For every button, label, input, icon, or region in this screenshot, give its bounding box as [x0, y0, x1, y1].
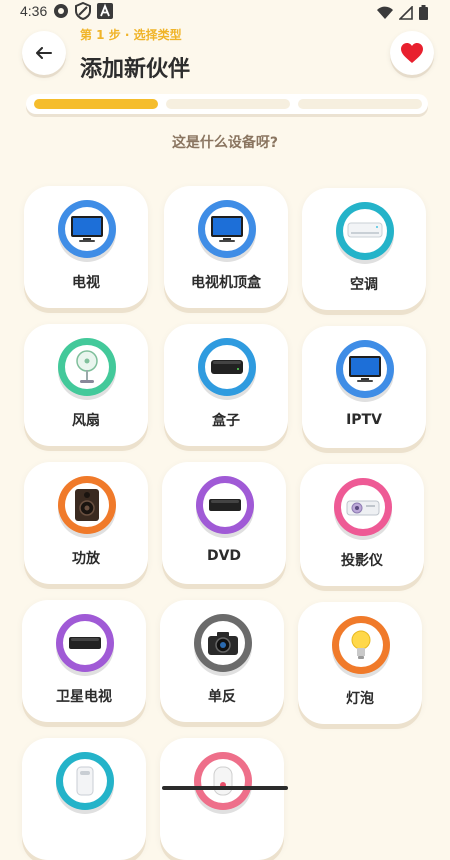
tv-icon [211, 216, 243, 242]
device-ring [198, 200, 256, 258]
media-box-icon [211, 360, 243, 374]
device-label: 风扇 [72, 413, 100, 429]
water-heater-icon [213, 766, 233, 796]
signal-icon [399, 5, 413, 20]
air-conditioner-icon [347, 222, 383, 238]
device-ring [56, 752, 114, 810]
progress-step-2 [166, 99, 290, 109]
device-label: IPTV [346, 412, 382, 428]
arrow-left-icon [36, 47, 52, 59]
air-purifier-icon [76, 766, 94, 796]
device-label: 投影仪 [341, 553, 383, 569]
device-label: 功放 [72, 551, 100, 567]
status-notification-icons [52, 2, 114, 20]
device-card-amplifier[interactable]: 功放 [24, 462, 148, 584]
device-card-water-heater[interactable] [160, 738, 284, 860]
step-progress-bar [26, 94, 428, 114]
a-notification-icon [97, 3, 113, 19]
status-system-icons [377, 5, 428, 20]
device-ring [336, 202, 394, 260]
device-ring [198, 338, 256, 396]
device-card-set-top-box[interactable]: 电视机顶盒 [164, 186, 288, 308]
question-prompt: 这是什么设备呀? [171, 135, 279, 151]
device-ring [332, 616, 390, 674]
device-ring [334, 478, 392, 536]
status-time: 4:36 [20, 3, 48, 19]
tv-icon [349, 356, 381, 382]
device-card-tv[interactable]: 电视 [24, 186, 148, 308]
device-label: 盒子 [212, 413, 240, 429]
device-label: 电视机顶盒 [191, 275, 261, 291]
device-ring [336, 340, 394, 398]
satellite-box-icon [69, 637, 101, 649]
progress-step-3 [298, 99, 422, 109]
lightbulb-icon [351, 630, 371, 659]
device-card-projector[interactable]: 投影仪 [300, 464, 424, 586]
battery-icon [419, 5, 428, 20]
device-ring [194, 614, 252, 672]
device-label: 空调 [350, 277, 378, 293]
device-card-media-box[interactable]: 盒子 [164, 324, 288, 446]
back-button[interactable] [22, 31, 66, 75]
projector-icon [346, 500, 380, 516]
device-card-satellite-tv[interactable]: 卫星电视 [22, 600, 146, 722]
status-bar: 4:36 [0, 0, 450, 26]
device-ring [58, 476, 116, 534]
device-card-air-conditioner[interactable]: 空调 [302, 188, 426, 310]
device-label: 卫星电视 [56, 689, 112, 705]
device-ring [58, 338, 116, 396]
wifi-icon [377, 6, 393, 19]
progress-step-1 [34, 99, 158, 109]
page-title: 添加新伙伴 [80, 57, 191, 82]
camera-icon [208, 632, 238, 655]
step-label: 第 1 步 · 选择类型 [80, 28, 182, 42]
speaker-icon [75, 489, 99, 521]
device-card-air-purifier[interactable] [22, 738, 146, 860]
home-indicator[interactable] [162, 786, 288, 790]
device-ring [196, 476, 254, 534]
shield-notification-icon [75, 2, 91, 20]
device-card-dvd[interactable]: DVD [162, 462, 286, 584]
device-card-iptv[interactable]: IPTV [302, 326, 426, 448]
device-card-dslr[interactable]: 单反 [160, 600, 284, 722]
settings-notification-icon [54, 4, 68, 18]
fan-icon [76, 350, 98, 383]
device-card-lightbulb[interactable]: 灯泡 [298, 602, 422, 724]
device-label: 灯泡 [346, 691, 374, 707]
device-label: 电视 [72, 275, 100, 291]
device-ring [56, 614, 114, 672]
device-card-fan[interactable]: 风扇 [24, 324, 148, 446]
device-ring [194, 752, 252, 810]
dvd-player-icon [209, 499, 241, 511]
favorite-button[interactable] [390, 31, 434, 75]
device-ring [58, 200, 116, 258]
tv-icon [71, 216, 103, 242]
heart-icon [401, 43, 423, 63]
device-label: 单反 [208, 689, 236, 705]
device-label: DVD [206, 548, 242, 564]
